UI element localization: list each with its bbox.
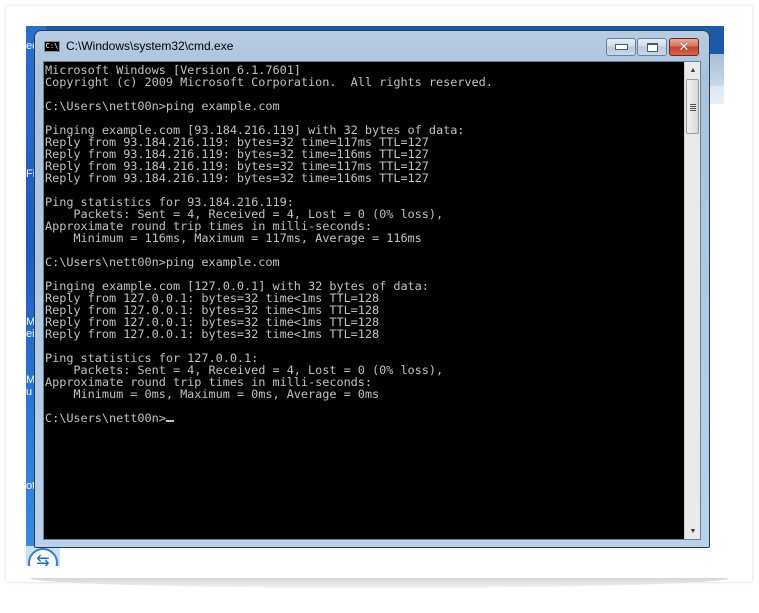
scrollbar-thumb[interactable]: [686, 79, 699, 134]
text-cursor: [165, 420, 174, 422]
console-line: C:\Users\nett00n>ping example.com: [45, 255, 280, 269]
console-text: Microsoft Windows [Version 6.1.7601] Cop…: [44, 62, 684, 424]
cmd-window: C:\ C:\Windows\system32\cmd.exe ✕ Micros…: [34, 30, 710, 548]
close-icon: ✕: [678, 39, 690, 55]
scroll-down-arrow-icon: ▼: [689, 527, 697, 535]
window-title: C:\Windows\system32\cmd.exe: [66, 39, 234, 53]
teamviewer-desktop-icon[interactable]: ⇆: [26, 546, 60, 566]
cmd-app-icon[interactable]: C:\: [44, 41, 60, 52]
frame-shadow: [30, 578, 729, 588]
console-line: Reply from 93.184.216.119: bytes=32 time…: [45, 171, 429, 185]
vertical-scrollbar[interactable]: ▲ ▼: [684, 62, 700, 539]
teamviewer-arrows-icon: ⇆: [28, 548, 58, 566]
scroll-up-arrow-icon: ▲: [689, 66, 697, 74]
grip-icon: [690, 104, 696, 111]
console-line: Copyright (c) 2009 Microsoft Corporation…: [45, 75, 493, 89]
console-client-area: Microsoft Windows [Version 6.1.7601] Cop…: [43, 61, 701, 540]
minimize-button[interactable]: [606, 38, 636, 56]
console-line: C:\Users\nett00n>ping example.com: [45, 99, 280, 113]
console-line: Minimum = 116ms, Maximum = 117ms, Averag…: [73, 231, 422, 245]
background-window-edge: [710, 26, 724, 104]
title-bar[interactable]: C:\ C:\Windows\system32\cmd.exe ✕: [35, 31, 709, 61]
command-prompt[interactable]: C:\Users\nett00n>: [45, 411, 166, 425]
maximize-button[interactable]: [637, 38, 667, 56]
minimize-icon: [614, 44, 628, 50]
console-line: Reply from 127.0.0.1: bytes=32 time<1ms …: [45, 327, 380, 341]
console-output[interactable]: Microsoft Windows [Version 6.1.7601] Cop…: [44, 62, 684, 539]
maximize-icon: [646, 42, 658, 52]
scroll-down-button[interactable]: ▼: [685, 523, 701, 539]
close-button[interactable]: ✕: [669, 38, 699, 56]
scroll-up-button[interactable]: ▲: [685, 62, 701, 78]
console-line: Minimum = 0ms, Maximum = 0ms, Average = …: [73, 387, 380, 401]
